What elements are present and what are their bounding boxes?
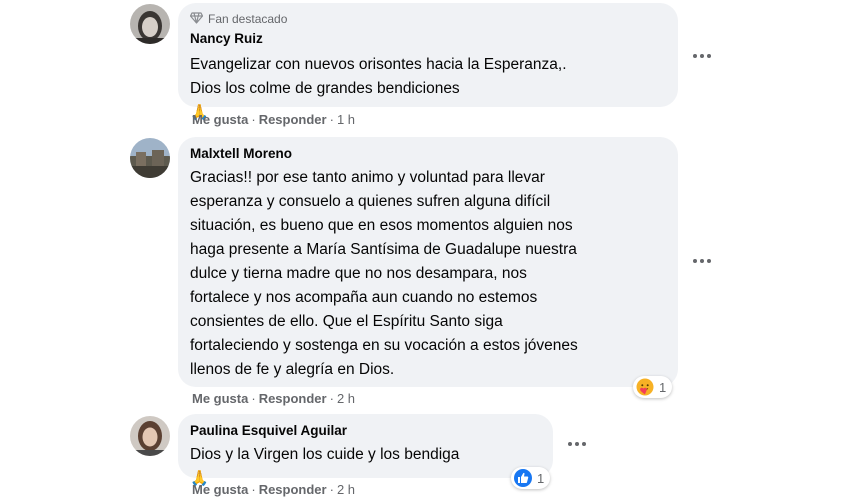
comment-author[interactable]: Nancy Ruiz	[190, 30, 666, 48]
avatar[interactable]	[130, 416, 170, 456]
comment-line: esperanza y consuelo a quienes sufren al…	[190, 193, 551, 210]
comment-actions: Me gusta · Responder · 1 h	[192, 112, 356, 127]
comment-bubble: Paulina Esquivel Aguilar Dios y la Virge…	[178, 414, 553, 487]
more-options-button[interactable]	[687, 46, 717, 66]
comment-line: fortaleciendo y sostenga en su vocación …	[190, 337, 578, 354]
comment-line: situación, es bueno que en esos momentos…	[190, 217, 573, 234]
comment-bubble: Malxtell Moreno Gracias!! por ese tanto …	[178, 137, 678, 387]
reply-button[interactable]: Responder	[259, 391, 327, 406]
reply-button[interactable]: Responder	[259, 112, 327, 127]
reaction-count: 1	[537, 470, 545, 486]
comment-line: Evangelizar con nuevos orisontes hacia l…	[190, 56, 567, 73]
fan-badge: Fan destacado	[189, 11, 666, 27]
reply-button[interactable]: Responder	[259, 482, 327, 497]
badge-label: Fan destacado	[208, 12, 288, 26]
more-options-button[interactable]	[562, 434, 592, 454]
like-button[interactable]: Me gusta	[192, 112, 248, 127]
reaction-count-pill[interactable]: 1	[511, 467, 551, 489]
comment-time[interactable]: 2 h	[337, 482, 355, 497]
like-button[interactable]: Me gusta	[192, 482, 248, 497]
comment-time[interactable]: 2 h	[337, 391, 355, 406]
comment-line: consientes de ello. Que el Espíritu Sant…	[190, 313, 503, 330]
reaction-count: 1	[659, 379, 667, 395]
comment-line: fortalece y nos acompaña aun cuando no e…	[190, 289, 538, 306]
comment-line: dulce y tierna madre que no nos desampar…	[190, 265, 527, 282]
comment-line: Dios los colme de grandes bendiciones	[190, 80, 460, 97]
reaction-count-pill[interactable]: 1	[633, 376, 673, 398]
comment-line: haga presente a María Santísima de Guada…	[190, 241, 577, 258]
comment-line: llenos de fe y alegría en Dios.	[190, 361, 395, 378]
comment-author[interactable]: Malxtell Moreno	[190, 145, 666, 163]
avatar[interactable]	[130, 4, 170, 44]
comment-actions: Me gusta · Responder · 2 h	[192, 391, 356, 406]
like-reaction-icon	[514, 469, 532, 487]
comment-time[interactable]: 1 h	[337, 112, 355, 127]
comment-bubble: Fan destacado Nancy Ruiz Evangelizar con…	[178, 3, 678, 121]
like-button[interactable]: Me gusta	[192, 391, 248, 406]
comment-text: Gracias!! por ese tanto animo y voluntad…	[190, 166, 666, 382]
comment-actions: Me gusta · Responder · 2 h	[192, 482, 356, 497]
diamond-icon	[189, 11, 204, 27]
more-options-button[interactable]	[687, 251, 717, 271]
care-reaction-icon	[636, 378, 654, 396]
comment-author[interactable]: Paulina Esquivel Aguilar	[190, 422, 541, 440]
avatar[interactable]	[130, 138, 170, 178]
comment-line: Dios y la Virgen los cuide y los bendiga	[190, 446, 460, 463]
comment-line: Gracias!! por ese tanto animo y voluntad…	[190, 169, 545, 186]
